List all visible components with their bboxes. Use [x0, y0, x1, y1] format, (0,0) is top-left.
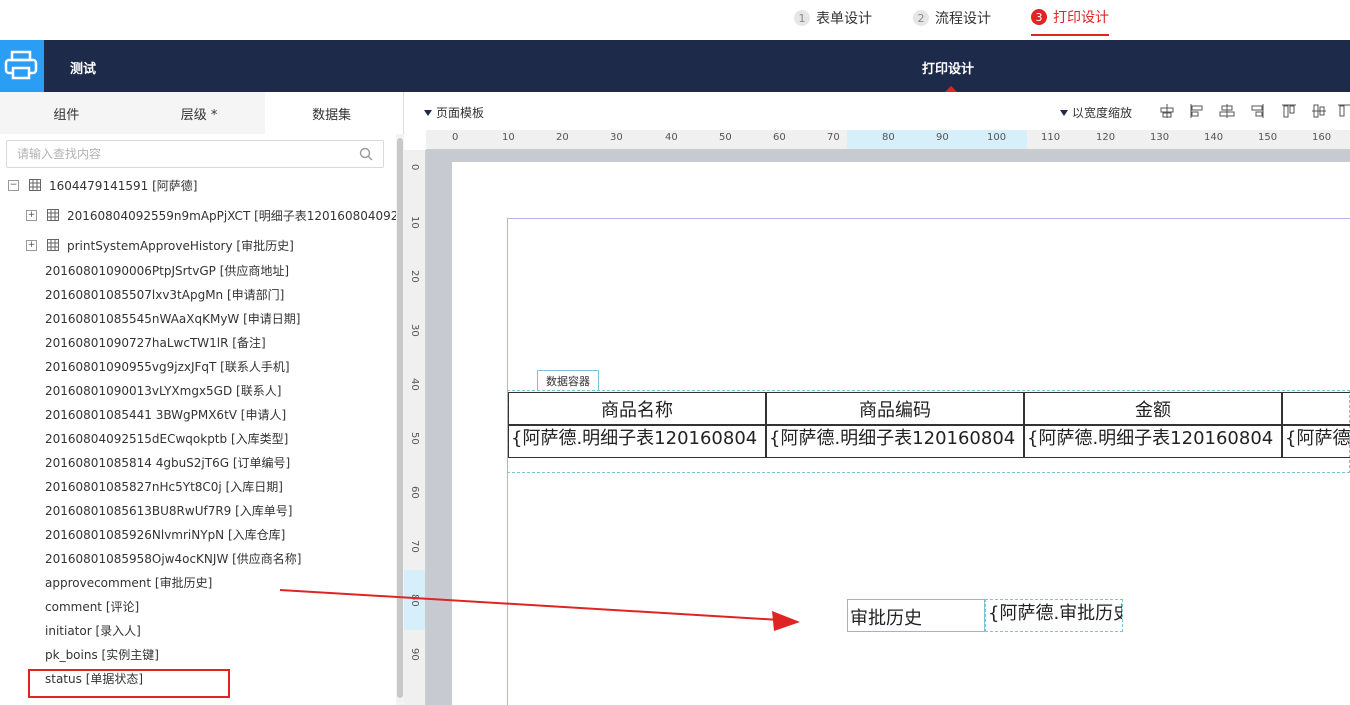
annotation-arrow [279, 589, 800, 631]
